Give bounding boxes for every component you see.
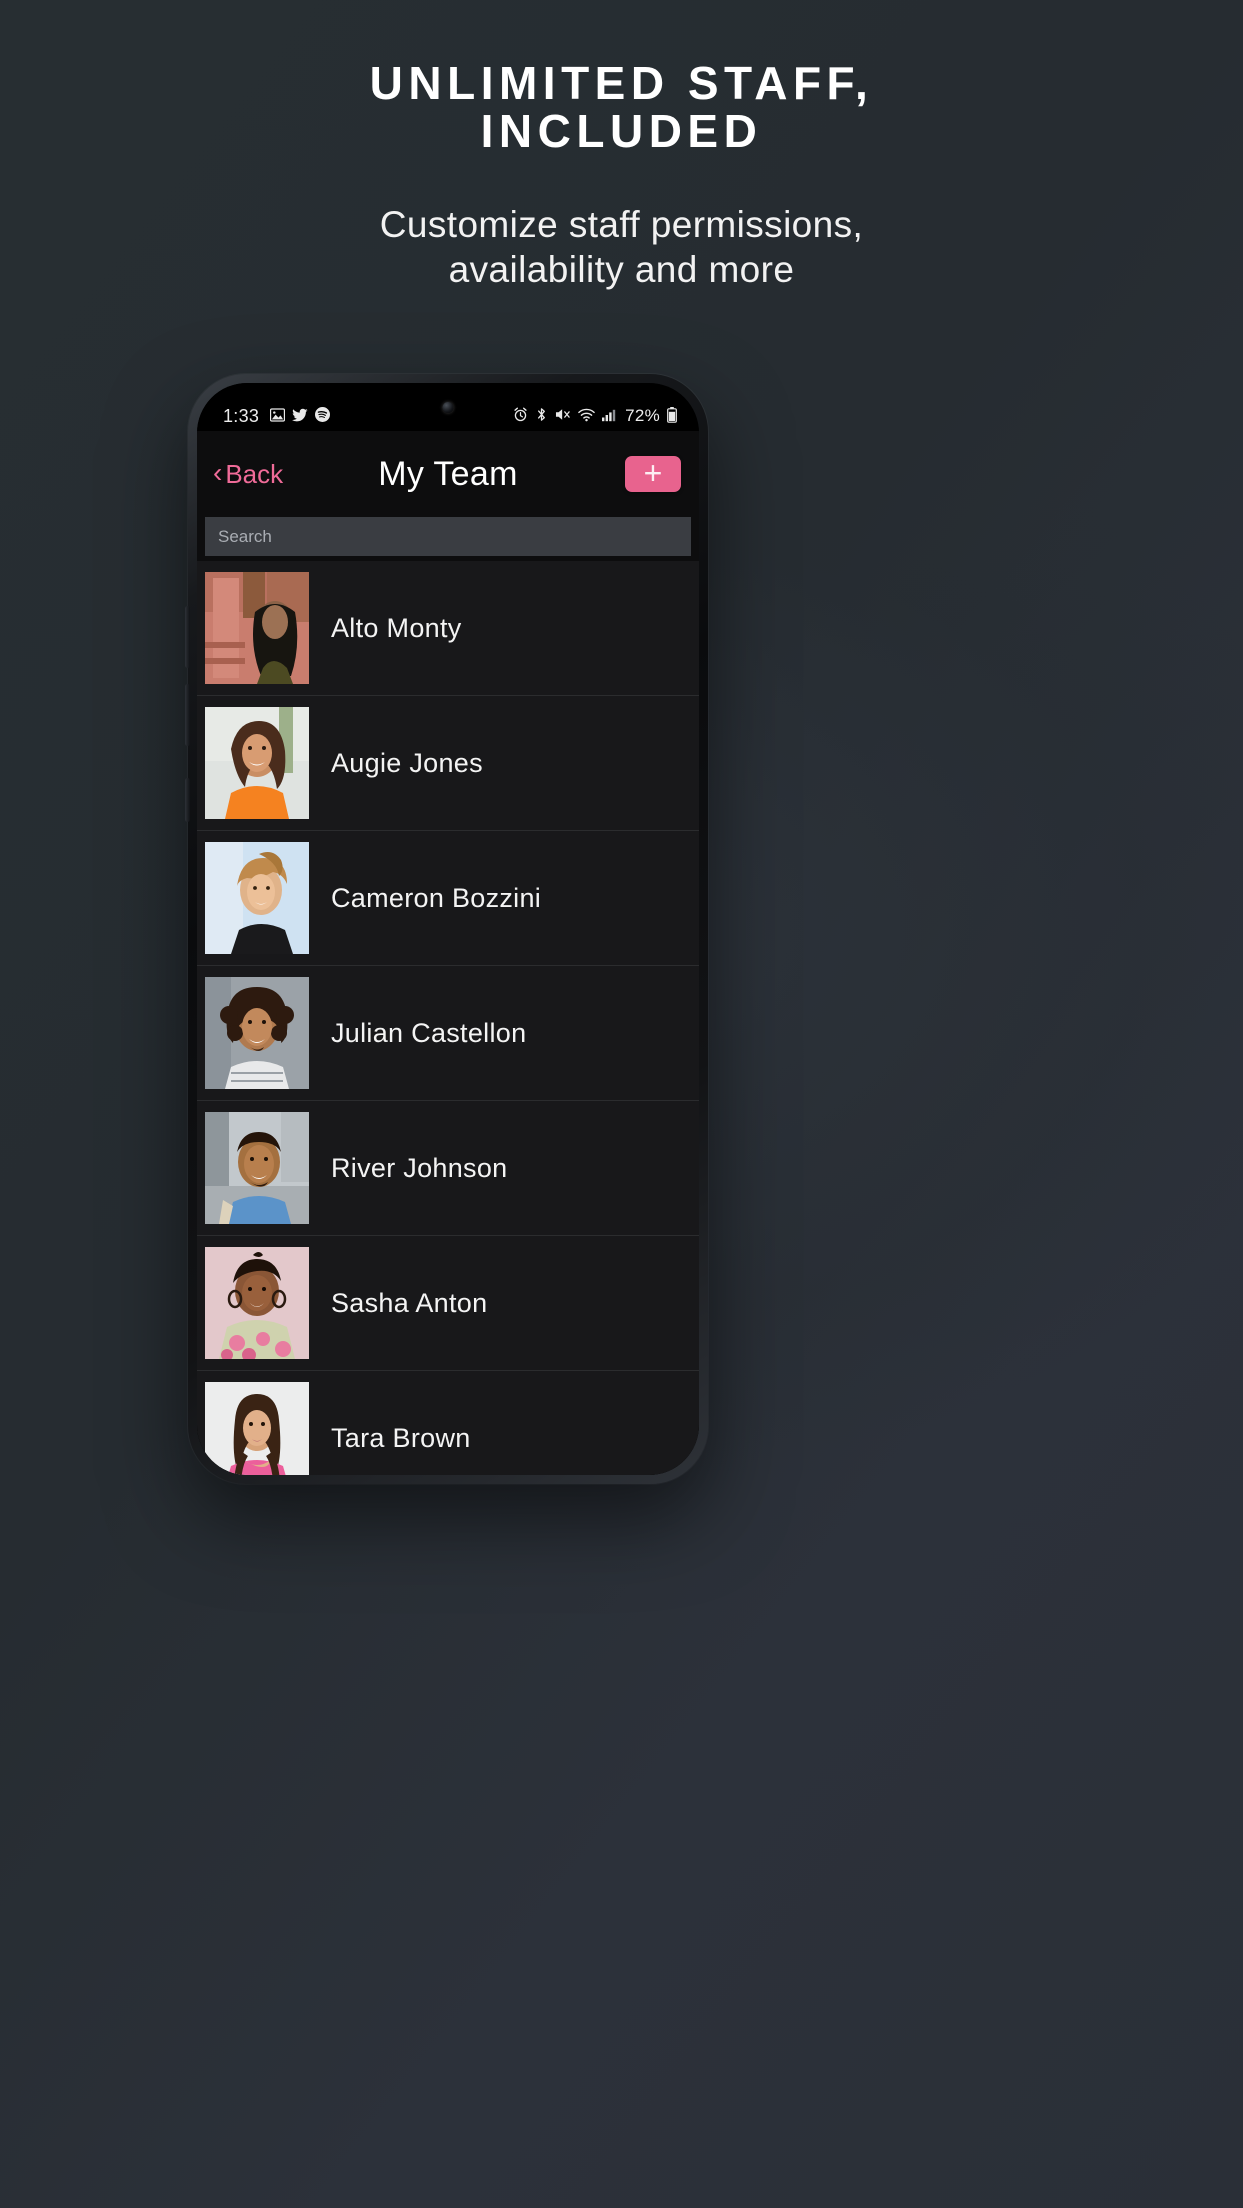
photo-tara-brown [205, 1382, 309, 1475]
staff-name: River Johnson [331, 1152, 508, 1183]
add-staff-button[interactable]: + [625, 456, 681, 492]
photo-sasha-anton [205, 1247, 309, 1359]
promo-block: UNLIMITED STAFF, INCLUDED Customize staf… [0, 57, 1243, 293]
chevron-left-icon: ‹ [213, 457, 223, 488]
staff-name: Tara Brown [331, 1422, 471, 1453]
search-bar-container: Search [197, 517, 699, 561]
back-button-label: Back [225, 458, 284, 489]
photo-river-johnson [205, 1112, 309, 1224]
table-row[interactable]: Alto Monty [197, 561, 699, 696]
cellular-signal-icon [602, 408, 616, 425]
staff-name: Alto Monty [331, 612, 462, 643]
search-placeholder: Search [218, 526, 272, 546]
alarm-icon [513, 407, 528, 425]
gallery-icon [270, 407, 286, 425]
search-input[interactable]: Search [205, 517, 691, 556]
battery-icon [667, 406, 677, 426]
wifi-icon [578, 408, 595, 425]
power-button[interactable] [185, 778, 190, 822]
staff-name: Augie Jones [331, 747, 483, 778]
phone-bezel: 1:33 72% ‹ Back My Team + Search Alto Mo… [197, 383, 699, 1475]
bluetooth-icon [535, 407, 548, 425]
status-bar-time: 1:33 [223, 405, 260, 426]
table-row[interactable]: Sasha Anton [197, 1236, 699, 1371]
promo-subtitle-line1: Customize staff permissions, [379, 203, 864, 245]
staff-name: Sasha Anton [331, 1287, 488, 1318]
promo-subtitle: Customize staff permissions, availabilit… [0, 202, 1243, 293]
staff-name: Julian Castellon [331, 1017, 527, 1048]
phone-screen: 1:33 72% ‹ Back My Team + Search Alto Mo… [197, 383, 699, 1475]
promo-title-line2: INCLUDED [480, 104, 763, 157]
photo-julian-castellon [205, 977, 309, 1089]
staff-name: Cameron Bozzini [331, 882, 542, 913]
photo-cameron-bozzini [205, 842, 309, 954]
promo-subtitle-line2: availability and more [448, 249, 795, 291]
table-row[interactable]: Augie Jones [197, 696, 699, 831]
back-button[interactable]: ‹ Back [213, 459, 283, 490]
plus-icon: + [643, 455, 663, 492]
table-row[interactable]: Julian Castellon [197, 966, 699, 1101]
nav-bar: ‹ Back My Team + [197, 431, 699, 517]
status-bar-left: 1:33 [223, 405, 331, 427]
photo-augie-jones [205, 707, 309, 819]
team-list[interactable]: Alto Monty Augie Jones Cameron Bozzini J… [197, 561, 699, 1475]
front-camera-icon [442, 402, 454, 413]
photo-alto-monty [205, 572, 309, 684]
mute-icon [555, 407, 571, 425]
phone-mockup: 1:33 72% ‹ Back My Team + Search Alto Mo… [185, 374, 708, 1484]
table-row[interactable]: Tara Brown [197, 1371, 699, 1475]
battery-percent-label: 72% [625, 406, 660, 425]
spotify-icon [315, 407, 331, 425]
table-row[interactable]: Cameron Bozzini [197, 831, 699, 966]
promo-title: UNLIMITED STAFF, INCLUDED [0, 57, 1243, 157]
table-row[interactable]: River Johnson [197, 1101, 699, 1236]
status-bar-right: 72% [513, 406, 677, 426]
promo-title-line1: UNLIMITED STAFF, [369, 57, 874, 109]
volume-up-button[interactable] [185, 606, 190, 668]
volume-down-button[interactable] [185, 684, 190, 746]
twitter-icon [292, 408, 308, 425]
